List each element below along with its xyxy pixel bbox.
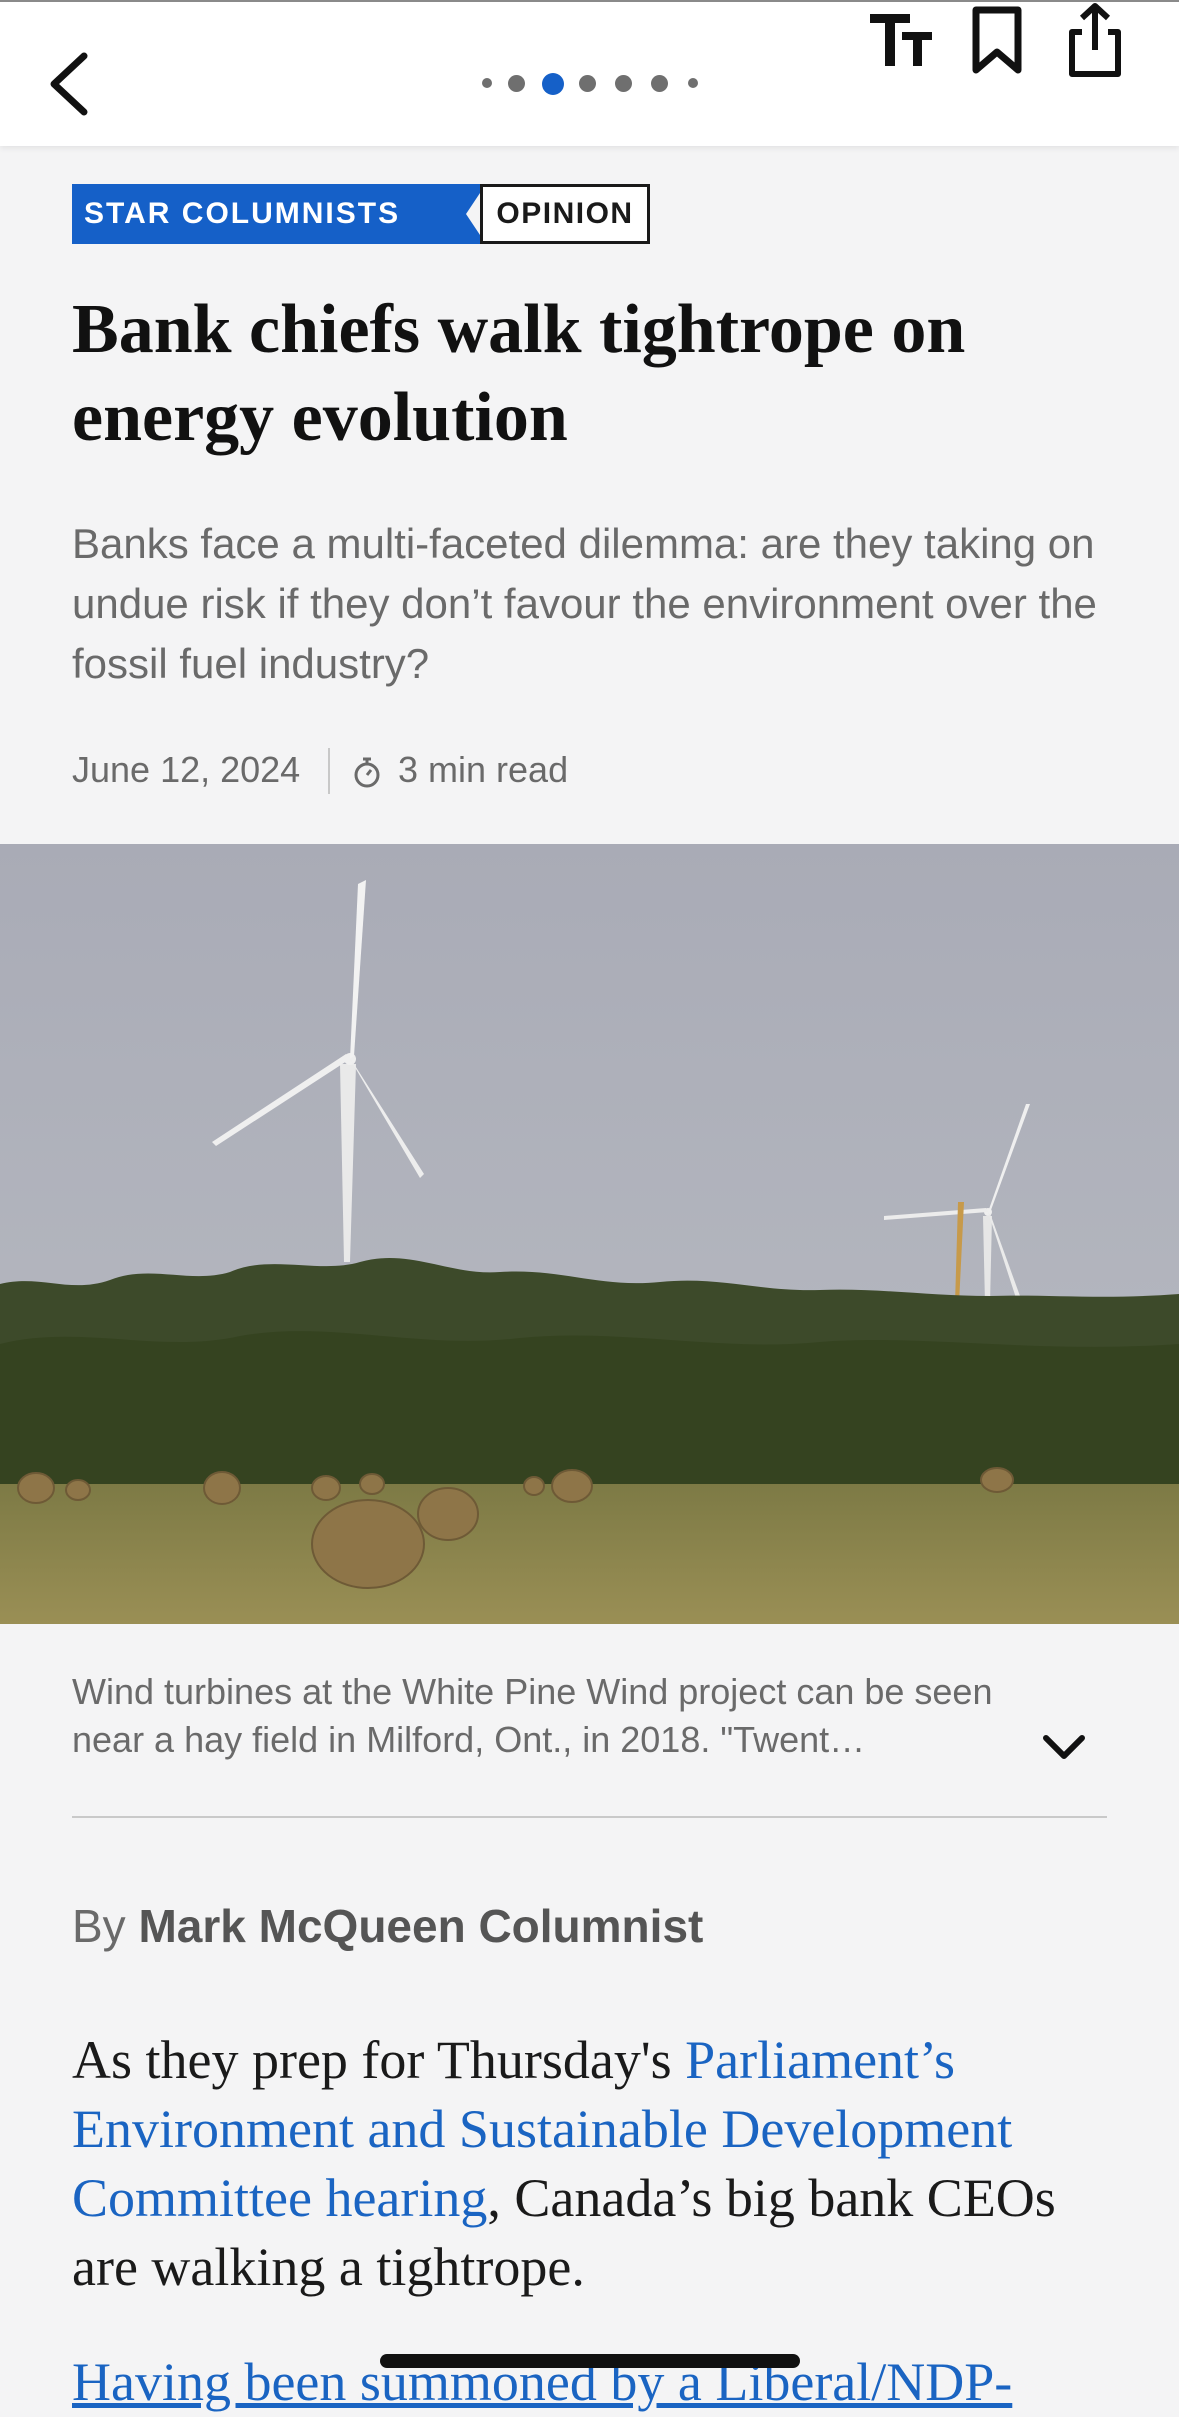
article-headline: Bank chiefs walk tightrope on energy evo… bbox=[72, 291, 966, 456]
text-size-button[interactable] bbox=[868, 2, 938, 78]
bookmark-button[interactable] bbox=[962, 2, 1032, 78]
pager-dot[interactable] bbox=[688, 78, 698, 88]
article-dek: Banks face a multi-faceted dilemma: are … bbox=[72, 520, 1097, 687]
paragraph-text: As they prep for Thursday's bbox=[72, 2030, 686, 2090]
home-indicator[interactable] bbox=[380, 2354, 800, 2368]
pager-dot[interactable] bbox=[579, 75, 596, 92]
back-button[interactable] bbox=[40, 42, 100, 122]
meta-separator bbox=[328, 748, 330, 794]
section-tag[interactable]: STAR COLUMNISTS bbox=[72, 184, 454, 244]
pager-dot[interactable] bbox=[651, 75, 668, 92]
read-time: 3 min read bbox=[398, 749, 569, 790]
pager-dot[interactable] bbox=[482, 78, 492, 88]
byline: By Mark McQueen Columnist bbox=[72, 1896, 703, 1956]
opinion-tag: OPINION bbox=[480, 184, 650, 244]
pager-dot[interactable] bbox=[508, 75, 525, 92]
share-icon bbox=[1069, 3, 1121, 77]
image-caption: Wind turbines at the White Pine Wind pro… bbox=[72, 1671, 993, 1760]
publish-date: June 12, 2024 bbox=[72, 749, 301, 790]
stopwatch-icon bbox=[354, 757, 380, 788]
opinion-tag-label: OPINION bbox=[496, 197, 634, 230]
pager-dot-active[interactable] bbox=[542, 73, 564, 95]
caption-divider bbox=[72, 1816, 1107, 1818]
top-nav-bar bbox=[0, 0, 1179, 146]
caption-expand-button[interactable] bbox=[1038, 1728, 1090, 1768]
chevron-left-icon bbox=[50, 52, 88, 116]
text-size-icon bbox=[870, 14, 932, 66]
share-button[interactable] bbox=[1060, 2, 1130, 78]
bookmark-icon bbox=[972, 6, 1022, 74]
byline-prefix: By bbox=[72, 1900, 126, 1952]
section-tag-label: STAR COLUMNISTS bbox=[84, 197, 401, 230]
chevron-down-icon bbox=[1043, 1735, 1085, 1759]
hero-image[interactable] bbox=[0, 844, 1179, 1624]
article-paragraph: As they prep for Thursday's Parliament’s… bbox=[72, 2026, 1117, 2302]
pager-dot[interactable] bbox=[615, 75, 632, 92]
author-name[interactable]: Mark McQueen Columnist bbox=[138, 1900, 703, 1952]
